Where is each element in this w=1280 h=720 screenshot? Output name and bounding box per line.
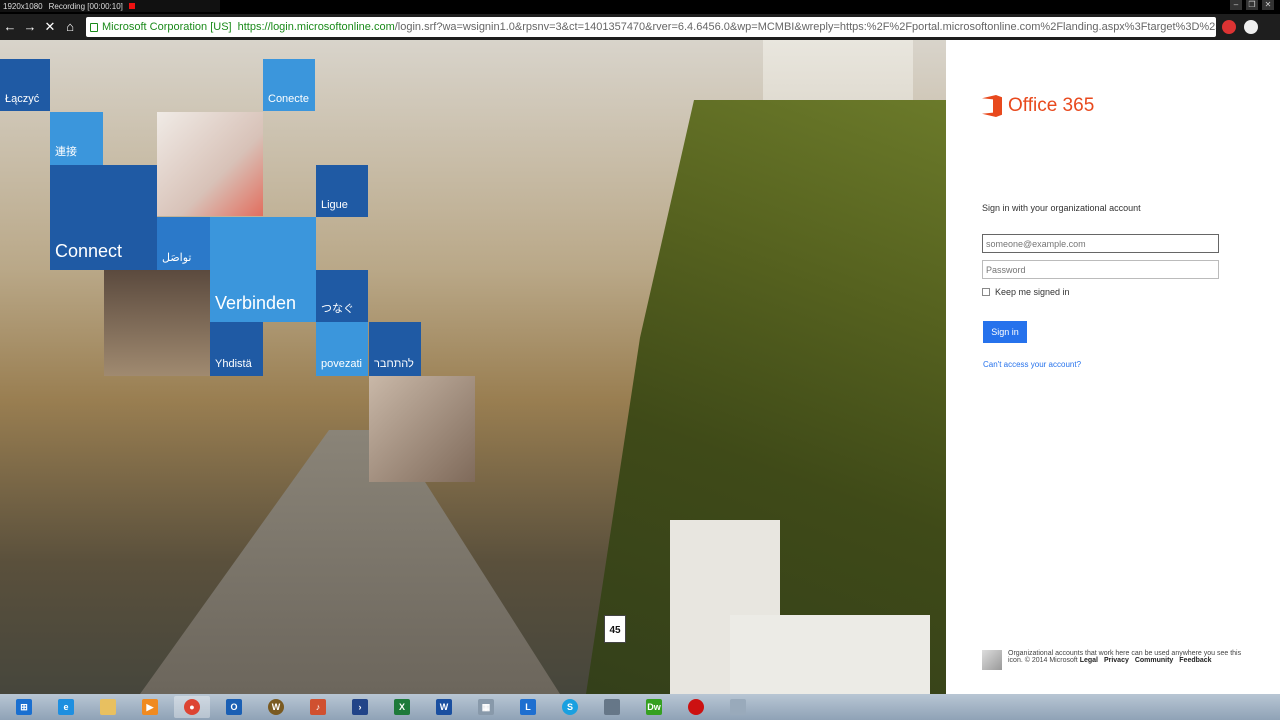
- forward-icon[interactable]: →: [20, 17, 40, 37]
- media-icon[interactable]: ▶: [132, 696, 168, 718]
- minimize-icon[interactable]: –: [1230, 0, 1242, 10]
- lock-icon: [90, 22, 98, 32]
- tile-laczyc: Łączyć: [0, 59, 50, 111]
- url-path: /login.srf?wa=wsignin1.0&rpsnv=3&ct=1401…: [394, 21, 1216, 33]
- ev-certificate[interactable]: Microsoft Corporation [US]: [86, 21, 238, 33]
- record-icon[interactable]: [128, 3, 135, 9]
- photo-woman-tile: [157, 112, 263, 216]
- photo-laptop-tile: [369, 376, 475, 482]
- recorder-status: Recording [00:00:10]: [48, 1, 123, 11]
- tile-povezati: povezati: [316, 322, 368, 376]
- photo-man-tile: [104, 270, 210, 376]
- excel-icon[interactable]: X: [384, 696, 420, 718]
- close-icon[interactable]: ✕: [1262, 0, 1274, 10]
- ie-icon[interactable]: e: [48, 696, 84, 718]
- hero-background: 45 Łączyć Conecte 連接 Ligue Connect تواصَ…: [0, 40, 946, 694]
- record-app-icon[interactable]: [678, 696, 714, 718]
- calculator-icon[interactable]: ▦: [468, 696, 504, 718]
- restore-icon[interactable]: ❐: [1246, 0, 1258, 10]
- tile-hebrew: להתחבר: [369, 322, 421, 376]
- page-content: 45 Łączyć Conecte 連接 Ligue Connect تواصَ…: [0, 40, 1280, 694]
- chrome-icon[interactable]: ●: [174, 696, 210, 718]
- url-host: https://login.microsoftonline.com: [237, 21, 395, 33]
- office-icon: [982, 95, 1002, 117]
- tile-conecte: Conecte: [263, 59, 315, 111]
- login-panel: Office 365 Sign in with your organizatio…: [946, 40, 1280, 694]
- signin-button[interactable]: Sign in: [983, 321, 1027, 343]
- explorer-icon[interactable]: [90, 696, 126, 718]
- tile-yhdista: Yhdistä: [210, 322, 263, 376]
- url-field[interactable]: Microsoft Corporation [US] https://login…: [86, 17, 1216, 37]
- toolbar-extensions: [1222, 20, 1258, 34]
- keep-signed-in[interactable]: Keep me signed in: [982, 287, 1070, 297]
- home-icon[interactable]: ⌂: [60, 17, 80, 37]
- window-controls: – ❐ ✕: [1230, 0, 1280, 12]
- community-link[interactable]: Community: [1135, 657, 1174, 664]
- speed-limit-sign: 45: [604, 615, 626, 643]
- powershell-icon[interactable]: ›: [342, 696, 378, 718]
- stop-icon[interactable]: ✕: [40, 17, 60, 37]
- start-icon[interactable]: ⊞: [6, 696, 42, 718]
- network-icon[interactable]: [594, 696, 630, 718]
- signin-prompt: Sign in with your organizational account: [982, 203, 1141, 213]
- tile-ligue: Ligue: [316, 165, 368, 217]
- tile-verbinden: Verbinden: [210, 217, 316, 322]
- feedback-link[interactable]: Feedback: [1179, 657, 1211, 664]
- tile-tsunagu: つなぐ: [316, 270, 368, 322]
- cant-access-link[interactable]: Can't access your account?: [983, 360, 1081, 369]
- office365-logo: Office 365: [982, 95, 1094, 117]
- tile-connect: Connect: [50, 165, 157, 270]
- email-field[interactable]: [982, 234, 1219, 253]
- keep-signed-in-checkbox[interactable]: [982, 288, 990, 296]
- tool-icon[interactable]: [720, 696, 756, 718]
- privacy-link[interactable]: Privacy: [1104, 657, 1129, 664]
- windows-taskbar: ⊞ e ▶ ● O W ♪ › X W ▦ L S Dw: [0, 694, 1280, 720]
- back-icon[interactable]: ←: [0, 17, 20, 37]
- menu-icon[interactable]: [1244, 20, 1258, 34]
- highway-image: [140, 430, 560, 694]
- lync-icon[interactable]: L: [510, 696, 546, 718]
- keep-signed-in-label: Keep me signed in: [995, 287, 1070, 297]
- org-account-icon: [982, 650, 1002, 670]
- wow-icon[interactable]: W: [258, 696, 294, 718]
- address-bar: ← → ✕ ⌂ Microsoft Corporation [US] https…: [0, 14, 1280, 40]
- dreamweaver-icon[interactable]: Dw: [636, 696, 672, 718]
- tile-lianjie: 連接: [50, 112, 103, 165]
- recorder-bar: 1920x1080 Recording [00:00:10]: [0, 0, 220, 12]
- legal-link[interactable]: Legal: [1080, 657, 1098, 664]
- wall-image-2: [730, 615, 930, 694]
- word-icon[interactable]: W: [426, 696, 462, 718]
- volume-icon[interactable]: ♪: [300, 696, 336, 718]
- brand-name: Office 365: [1008, 95, 1095, 116]
- outlook-icon[interactable]: O: [216, 696, 252, 718]
- login-footer: Organizational accounts that work here c…: [982, 650, 1242, 670]
- record-extension-icon[interactable]: [1222, 20, 1236, 34]
- recorder-resolution: 1920x1080: [3, 1, 43, 11]
- skype-icon[interactable]: S: [552, 696, 588, 718]
- password-field[interactable]: [982, 260, 1219, 279]
- tile-tawasal: تواصَل: [157, 217, 210, 270]
